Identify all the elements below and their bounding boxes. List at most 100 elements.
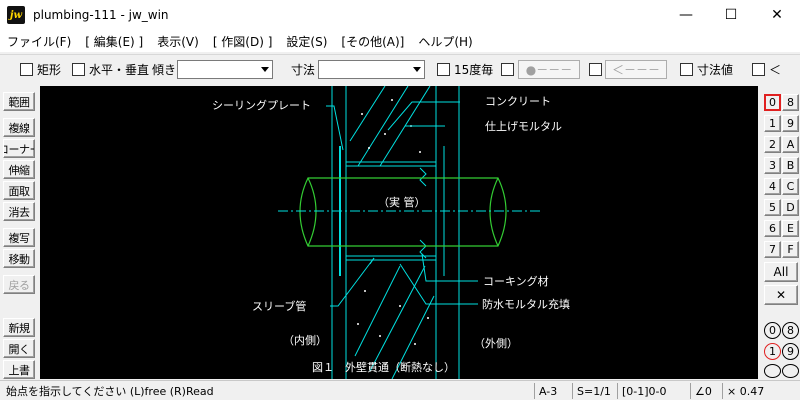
- tool-move[interactable]: 移動: [3, 249, 35, 268]
- tool-stretch[interactable]: 伸縮: [3, 160, 35, 179]
- left-toolbar: 範囲 複線 コーナー 伸縮 面取 消去 複写 移動 戻る 新規 開く 上書: [0, 88, 38, 380]
- tool-copy[interactable]: 複写: [3, 228, 35, 247]
- layer-2[interactable]: 2: [764, 136, 781, 153]
- pipe-body: [299, 177, 507, 247]
- drawing-canvas[interactable]: シーリングプレート コンクリート 仕上げモルタル （実 管） コーキング材 スリ…: [40, 86, 758, 379]
- arrow-line-button[interactable]: ＜－－－: [605, 60, 667, 79]
- tilt-combo[interactable]: [177, 60, 273, 79]
- status-message: 始点を指示してください (L)free (R)Read: [6, 385, 214, 398]
- layer-group-9[interactable]: 9: [782, 343, 799, 360]
- rect-option[interactable]: 矩形: [20, 61, 61, 77]
- layer-e[interactable]: E: [782, 220, 799, 237]
- minimize-button[interactable]: —: [663, 0, 709, 30]
- layer-9[interactable]: 9: [782, 115, 799, 132]
- status-bar: 始点を指示してください (L)free (R)Read A-3 S=1/1 [0…: [0, 380, 800, 400]
- tool-open[interactable]: 開く: [3, 339, 35, 358]
- tool-chamfer[interactable]: 面取: [3, 181, 35, 200]
- jw-app-icon: jw: [7, 6, 25, 24]
- step15-label: 15度毎: [454, 62, 494, 77]
- layer-group-8[interactable]: 8: [782, 322, 799, 339]
- menu-view[interactable]: 表示(V): [150, 33, 206, 50]
- layer-4[interactable]: 4: [764, 178, 781, 195]
- window-title: plumbing-111 - jw_win: [33, 8, 169, 22]
- tool-new[interactable]: 新規: [3, 318, 35, 337]
- circle-checkbox[interactable]: [501, 62, 514, 76]
- label-pipe: （実 管）: [378, 195, 426, 209]
- tool-erase[interactable]: 消去: [3, 202, 35, 221]
- rect-checkbox[interactable]: [20, 62, 33, 76]
- concrete-hatch: [345, 86, 437, 379]
- arrow-checkbox[interactable]: [589, 62, 602, 76]
- layer-6[interactable]: 6: [764, 220, 781, 237]
- layer-group-a[interactable]: [782, 364, 799, 378]
- layer-group-2[interactable]: [764, 364, 781, 378]
- layer-7[interactable]: 7: [764, 241, 781, 258]
- cad-drawing: シーリングプレート コンクリート 仕上げモルタル （実 管） コーキング材 スリ…: [212, 86, 570, 379]
- menu-draw[interactable]: [ 作図(D) ]: [206, 33, 280, 50]
- label-mortar-finish: 仕上げモルタル: [485, 120, 562, 133]
- tool-overwrite[interactable]: 上書: [3, 360, 35, 379]
- layer-0[interactable]: 0: [764, 94, 781, 111]
- menu-file[interactable]: ファイル(F): [0, 33, 78, 50]
- arrow-option[interactable]: [589, 61, 606, 77]
- menu-help[interactable]: ヘルプ(H): [411, 33, 479, 50]
- hv-checkbox[interactable]: [72, 62, 85, 76]
- tool-offset[interactable]: 複線: [3, 118, 35, 137]
- layer-group-0[interactable]: 0: [764, 322, 781, 339]
- drawing-caption: 図１ 外壁貫通（断熱なし）: [312, 360, 455, 374]
- step15-option[interactable]: 15度毎: [437, 61, 493, 77]
- dim-combo[interactable]: [318, 60, 425, 79]
- step15-checkbox[interactable]: [437, 62, 450, 76]
- layer-1[interactable]: 1: [764, 115, 781, 132]
- status-paper[interactable]: A-3: [534, 383, 572, 399]
- status-layer[interactable]: [0-1]0-0: [617, 383, 685, 399]
- dim-label: 寸法: [291, 62, 316, 77]
- lt-option[interactable]: ＜: [752, 61, 781, 77]
- menu-other[interactable]: [その他(A)]: [334, 33, 411, 50]
- label-inside: （内側）: [283, 333, 327, 347]
- layer-8[interactable]: 8: [782, 94, 799, 111]
- dimval-checkbox[interactable]: [680, 62, 693, 76]
- concrete-aggregate: [357, 99, 429, 345]
- dimval-label: 寸法値: [697, 62, 734, 77]
- chevron-down-icon: [261, 67, 269, 72]
- layer-close-icon[interactable]: ✕: [764, 285, 798, 305]
- status-angle[interactable]: ∠0: [690, 383, 720, 399]
- tool-undo[interactable]: 戻る: [3, 275, 35, 294]
- hv-option[interactable]: 水平・垂直: [72, 61, 149, 77]
- close-button[interactable]: ✕: [754, 0, 800, 30]
- layer-d[interactable]: D: [782, 199, 799, 216]
- layer-all-button[interactable]: All: [764, 262, 798, 282]
- layer-group-1[interactable]: 1: [764, 343, 781, 360]
- label-sleeve: スリーブ管: [252, 299, 306, 313]
- tool-corner[interactable]: コーナー: [3, 139, 35, 158]
- label-caulking: コーキング材: [483, 274, 549, 288]
- layer-5[interactable]: 5: [764, 199, 781, 216]
- caulking-bottom: [419, 239, 427, 259]
- pipe-right-end: [489, 177, 499, 247]
- rect-label: 矩形: [37, 62, 62, 77]
- chevron-down-icon: [413, 67, 421, 72]
- property-toolbar: 矩形 水平・垂直 傾き 寸法 15度毎 ●－－－ ＜－－－ 寸法値 ＜: [0, 54, 800, 82]
- layer-3[interactable]: 3: [764, 157, 781, 174]
- layer-f[interactable]: F: [782, 241, 799, 258]
- layer-c[interactable]: C: [782, 178, 799, 195]
- status-scale[interactable]: S=1/1: [572, 383, 614, 399]
- menu-edit[interactable]: [ 編集(E) ]: [78, 33, 150, 50]
- lt-checkbox[interactable]: [752, 62, 765, 76]
- lt-label: ＜: [769, 62, 782, 77]
- tilt-label: 傾き: [152, 62, 177, 77]
- title-bar: jw plumbing-111 - jw_win — ☐ ✕: [0, 0, 800, 30]
- maximize-button[interactable]: ☐: [708, 0, 754, 30]
- menu-settings[interactable]: 設定(S): [279, 33, 334, 50]
- layer-a[interactable]: A: [782, 136, 799, 153]
- circle-line-button[interactable]: ●－－－: [518, 60, 580, 79]
- status-factor[interactable]: × 0.47: [722, 383, 798, 399]
- tool-range[interactable]: 範囲: [3, 92, 35, 111]
- caulking-top: [419, 167, 427, 187]
- layer-b[interactable]: B: [782, 157, 799, 174]
- circle-option[interactable]: [501, 61, 518, 77]
- hv-label: 水平・垂直: [89, 62, 150, 77]
- pipe-left-end: [307, 177, 317, 247]
- dimval-option[interactable]: 寸法値: [680, 61, 733, 77]
